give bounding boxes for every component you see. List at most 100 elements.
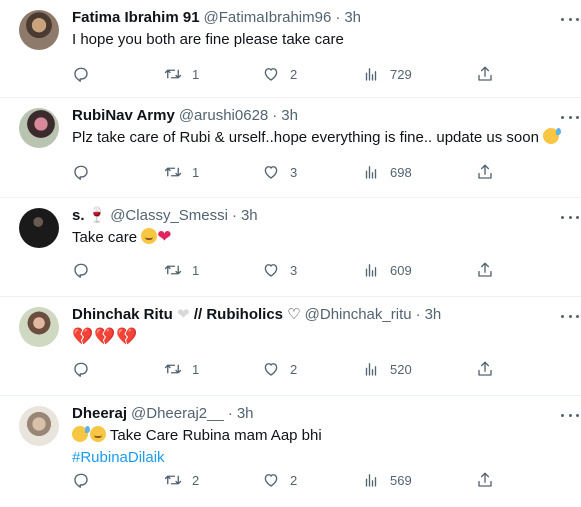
heart-icon	[264, 474, 278, 487]
retweet-count: 1	[192, 361, 200, 377]
like-count: 2	[290, 66, 298, 82]
more-icon[interactable]	[561, 208, 579, 226]
tweet-actions: 1 2 520	[72, 359, 565, 379]
avatar[interactable]	[19, 10, 59, 50]
sad-sweat-emoji-icon	[72, 426, 90, 442]
views-button[interactable]: 520	[362, 359, 412, 379]
like-count: 2	[290, 361, 298, 377]
reply-button[interactable]	[72, 162, 90, 182]
tweet-text-line: 💔💔💔	[72, 327, 565, 348]
avatar[interactable]	[19, 307, 59, 347]
view-count: 729	[390, 66, 412, 82]
like-button[interactable]: 2	[262, 470, 297, 490]
reply-button[interactable]	[72, 260, 90, 280]
tweet-feed: Fatima Ibrahim 91 @FatimaIbrahim96 · 3h …	[0, 0, 581, 507]
retweet-count: 1	[192, 66, 200, 82]
display-name[interactable]: Dhinchak Ritu	[72, 305, 173, 325]
user-handle[interactable]: @Dhinchak_ritu	[305, 305, 412, 325]
tweet[interactable]: RubiNav Army @arushi0628 · 3h Plz take c…	[0, 98, 581, 198]
white-heart-emoji-icon: ❤	[177, 306, 190, 323]
tweet[interactable]: Dhinchak Ritu ❤ // Rubiholics ♡ @Dhincha…	[0, 297, 581, 396]
heart-icon	[264, 166, 278, 179]
display-name-suffix[interactable]: // Rubiholics ♡	[194, 305, 301, 325]
broken-heart-emoji-icon: 💔	[116, 327, 138, 346]
sad-sweat-emoji-icon	[543, 128, 562, 144]
more-icon[interactable]	[561, 307, 579, 325]
tweet[interactable]: s. 🍷 @Classy_Smessi · 3h Take care ❤ 1 3…	[0, 198, 581, 297]
share-button[interactable]	[476, 359, 494, 379]
tweet-text-line: Take care ❤	[72, 228, 565, 248]
like-count: 3	[290, 164, 298, 180]
separator-dot: ·	[335, 9, 341, 26]
timestamp[interactable]: 3h	[281, 106, 298, 126]
retweet-button[interactable]: 1	[164, 359, 199, 379]
reply-button[interactable]	[72, 470, 90, 490]
timestamp[interactable]: 3h	[241, 206, 258, 226]
like-button[interactable]: 3	[262, 162, 297, 182]
retweet-button[interactable]: 1	[164, 64, 199, 84]
like-button[interactable]: 2	[262, 64, 297, 84]
avatar[interactable]	[19, 406, 59, 446]
tweet[interactable]: Fatima Ibrahim 91 @FatimaIbrahim96 · 3h …	[0, 0, 581, 98]
display-name[interactable]: s.	[72, 206, 85, 226]
tweet-text-line: Plz take care of Rubi & urself..hope eve…	[72, 128, 565, 148]
user-handle[interactable]: @Classy_Smessi	[110, 206, 228, 226]
reply-button[interactable]	[72, 64, 90, 84]
views-button[interactable]: 609	[362, 260, 412, 280]
timestamp[interactable]: 3h	[425, 305, 442, 325]
retweet-icon	[164, 69, 182, 79]
retweet-count: 1	[192, 164, 200, 180]
more-icon[interactable]	[561, 10, 579, 28]
more-icon[interactable]	[561, 406, 579, 424]
tweet-text: Take Care Rubina mam Aap bhi	[109, 427, 322, 444]
share-icon	[478, 361, 492, 376]
tweet-header: RubiNav Army @arushi0628 · 3h	[72, 106, 565, 126]
share-button[interactable]	[476, 470, 494, 490]
reply-icon	[74, 473, 88, 488]
hashtag-link[interactable]: #RubinaDilaik	[72, 449, 165, 466]
timestamp[interactable]: 3h	[237, 404, 254, 424]
tweet-header: s. 🍷 @Classy_Smessi · 3h	[72, 206, 565, 226]
timestamp[interactable]: 3h	[344, 8, 361, 28]
view-count: 698	[390, 164, 412, 180]
display-name[interactable]: RubiNav Army	[72, 106, 175, 126]
share-button[interactable]	[476, 260, 494, 280]
avatar[interactable]	[19, 208, 59, 248]
display-name[interactable]: Dheeraj	[72, 404, 127, 424]
reply-icon	[74, 263, 88, 278]
tweet[interactable]: Dheeraj @Dheeraj2__ · 3h Take Care Rubin…	[0, 396, 581, 507]
reply-icon	[74, 165, 88, 180]
display-name[interactable]: Fatima Ibrahim 91	[72, 8, 200, 28]
views-button[interactable]: 569	[362, 470, 412, 490]
reply-button[interactable]	[72, 359, 90, 379]
tweet-header: Fatima Ibrahim 91 @FatimaIbrahim96 · 3h	[72, 8, 565, 28]
retweet-button[interactable]: 1	[164, 162, 199, 182]
user-handle[interactable]: @arushi0628	[179, 106, 268, 126]
tweet-text: Plz take care of Rubi & urself..hope eve…	[72, 129, 539, 146]
like-button[interactable]: 3	[262, 260, 297, 280]
retweet-button[interactable]: 1	[164, 260, 199, 280]
avatar[interactable]	[19, 108, 59, 148]
views-button[interactable]: 698	[362, 162, 412, 182]
retweet-button[interactable]: 2	[164, 470, 199, 490]
user-handle[interactable]: @FatimaIbrahim96	[204, 8, 332, 28]
tweet-text: Take care	[72, 229, 138, 246]
more-icon[interactable]	[561, 108, 579, 126]
retweet-icon	[164, 364, 182, 374]
heart-icon	[264, 363, 278, 376]
broken-heart-emoji-icon: 💔	[94, 327, 116, 346]
retweet-icon	[164, 265, 182, 275]
share-button[interactable]	[476, 162, 494, 182]
retweet-icon	[164, 167, 182, 177]
like-button[interactable]: 2	[262, 359, 297, 379]
share-icon	[478, 66, 492, 81]
views-button[interactable]: 729	[362, 64, 412, 84]
wine-glass-emoji-icon: 🍷	[87, 207, 107, 224]
user-handle[interactable]: @Dheeraj2__	[131, 404, 224, 424]
separator-dot: ·	[227, 405, 233, 422]
heart-icon	[264, 68, 278, 81]
separator-dot: ·	[231, 207, 237, 224]
tweet-actions: 2 2 569	[72, 470, 565, 490]
share-button[interactable]	[476, 64, 494, 84]
heart-icon	[264, 264, 278, 277]
